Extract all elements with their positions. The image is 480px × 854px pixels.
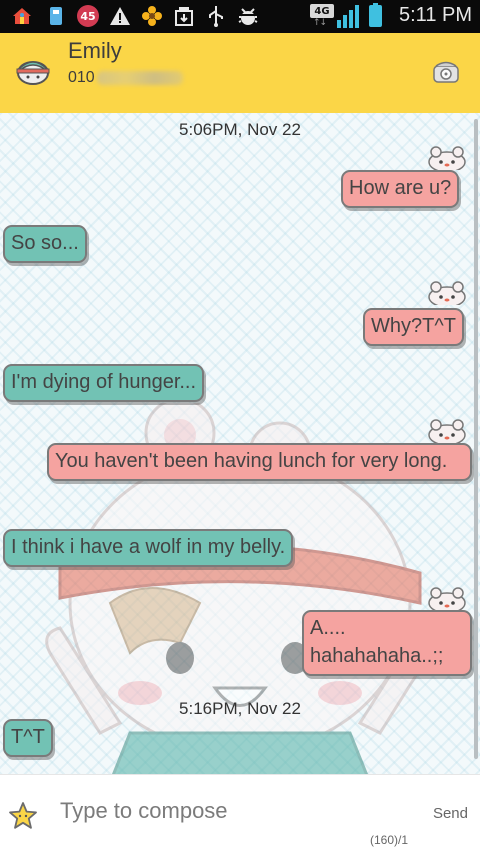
- status-bar: 45 4G ↑↓ 5:11 PM: [0, 0, 480, 33]
- usb-storage-icon: [44, 4, 68, 28]
- number-redaction: [96, 70, 183, 85]
- data-activity-icon: ↑↓: [313, 18, 327, 28]
- compose-input[interactable]: [60, 793, 400, 829]
- sender-mascot-icon: [428, 281, 466, 305]
- network-type-badge: 4G: [310, 4, 334, 18]
- emoticon-button[interactable]: [8, 801, 38, 831]
- signal-icon: [337, 4, 365, 28]
- message-bubble-incoming[interactable]: I think i have a wolf in my belly.: [3, 529, 294, 567]
- send-button[interactable]: Send: [433, 805, 468, 822]
- scrollbar[interactable]: [474, 119, 478, 759]
- sender-mascot-icon: [428, 419, 466, 443]
- timestamp: 5:06PM, Nov 22: [179, 120, 301, 139]
- phone-icon: [433, 61, 459, 83]
- call-button[interactable]: [432, 57, 460, 85]
- message-bubble-outgoing[interactable]: How are u?: [341, 170, 460, 208]
- contact-name: Emily: [68, 38, 122, 63]
- timestamp: 5:16PM, Nov 22: [179, 699, 301, 718]
- message-list[interactable]: 5:06PM, Nov 22 How are u? So so... Why?T…: [0, 113, 480, 774]
- message-bubble-outgoing[interactable]: You haven't been having lunch for very l…: [47, 443, 472, 481]
- star-icon: [9, 802, 37, 829]
- character-counter: (160)/1: [369, 833, 408, 847]
- sender-mascot-icon: [428, 146, 466, 170]
- flower-icon: [140, 4, 164, 28]
- contact-number: 010: [68, 69, 183, 87]
- download-icon: [172, 4, 196, 28]
- conversation-header: Emily 010: [0, 33, 480, 113]
- message-bubble-incoming[interactable]: T^T: [3, 719, 53, 757]
- message-bubble-outgoing[interactable]: A.... hahahahaha..;;: [302, 610, 472, 676]
- message-bubble-incoming[interactable]: So so...: [3, 225, 87, 263]
- message-bubble-outgoing[interactable]: Why?T^T: [363, 308, 464, 346]
- android-debug-icon: [236, 4, 260, 28]
- status-time: 5:11 PM: [399, 4, 472, 26]
- usb-icon: [204, 4, 228, 28]
- sender-mascot-icon: [428, 587, 466, 611]
- battery-charging-icon: [369, 3, 382, 27]
- message-bubble-incoming[interactable]: I'm dying of hunger...: [3, 364, 205, 402]
- warning-icon: [108, 4, 132, 28]
- home-icon: [10, 4, 34, 28]
- notification-count-icon: 45: [77, 5, 99, 27]
- contact-avatar-icon[interactable]: [15, 57, 51, 87]
- compose-bar: Send (160)/1: [0, 774, 480, 854]
